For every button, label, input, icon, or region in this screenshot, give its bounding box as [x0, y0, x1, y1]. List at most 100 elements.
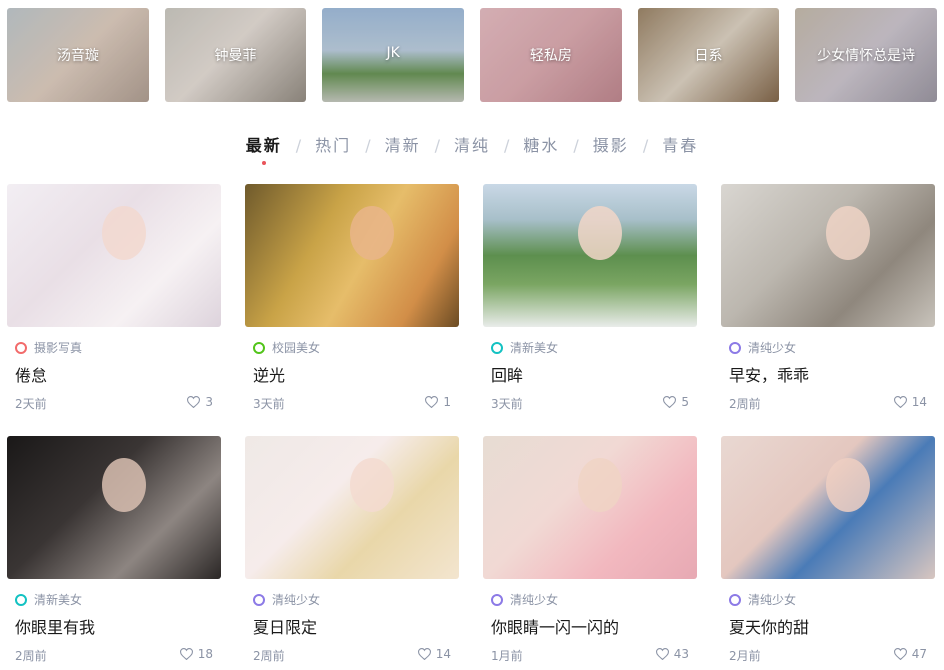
topic-label: 汤音璇: [56, 48, 99, 64]
like-count: 1: [443, 395, 451, 409]
category-ring-icon: [729, 593, 741, 606]
tab-separator: /: [573, 135, 579, 155]
heart-icon: [655, 648, 669, 660]
topic-card[interactable]: 轻私房: [480, 8, 622, 102]
category-ring-icon: [491, 593, 503, 606]
tab-item[interactable]: 清纯: [454, 130, 490, 160]
category-label: 清纯少女: [748, 593, 797, 607]
topic-card[interactable]: 钟曼菲: [164, 8, 307, 102]
like-count: 18: [197, 647, 213, 661]
post-grid: 摄影写真 倦怠 2天前 3 校园美女 逆光 3天前 1 清新美女 回眸 3天前 5 清纯少女 早安，乖乖 2…: [7, 184, 937, 670]
post-thumbnail[interactable]: [483, 184, 697, 327]
post-card: 清新美女你眼里有我 2周前 18: [7, 436, 221, 670]
category-ring-icon: [15, 593, 27, 606]
category-label: 清纯少女: [748, 341, 797, 355]
post-title[interactable]: 夏天你的甜: [729, 614, 809, 638]
topic-card[interactable]: JK: [322, 8, 465, 102]
like-button[interactable]: 5: [663, 395, 689, 409]
tab-separator: /: [434, 135, 440, 155]
post-time: 3天前: [491, 397, 523, 411]
category-ring-icon: [15, 341, 27, 354]
post-thumbnail[interactable]: [245, 436, 459, 579]
post-category[interactable]: 清纯少女: [491, 591, 558, 608]
category-ring-icon: [253, 593, 265, 606]
post-time: 2月前: [729, 649, 761, 663]
category-label: 清纯少女: [272, 593, 321, 607]
topic-card[interactable]: 日系: [637, 8, 780, 102]
post-category[interactable]: 清新美女: [491, 339, 558, 356]
topic-strip: 汤音璇 钟曼菲 JK 轻私房 日系 少女情怀总是诗: [7, 8, 938, 102]
post-category[interactable]: 摄影写真: [15, 339, 82, 356]
portrait-shape: [102, 206, 146, 260]
topic-card[interactable]: 汤音璇: [7, 8, 149, 102]
post-category[interactable]: 校园美女: [253, 339, 320, 356]
post-time: 3天前: [253, 397, 285, 411]
like-count: 5: [681, 395, 689, 409]
post-thumbnail[interactable]: [245, 184, 459, 327]
like-button[interactable]: 47: [893, 647, 927, 661]
tab-item[interactable]: 青春: [662, 130, 698, 160]
post-card: 清纯少女夏天你的甜 2月前 47: [721, 436, 935, 670]
category-label: 清新美女: [510, 341, 559, 355]
post-category[interactable]: 清纯少女: [253, 591, 320, 608]
post-title[interactable]: 早安，乖乖: [729, 362, 809, 386]
post-title[interactable]: 逆光: [253, 362, 285, 386]
like-button[interactable]: 3: [187, 395, 213, 409]
portrait-shape: [102, 458, 146, 512]
post-thumbnail[interactable]: [721, 436, 935, 579]
heart-icon: [187, 396, 201, 408]
tab-latest[interactable]: 最新: [246, 130, 282, 165]
category-label: 校园美女: [272, 341, 321, 355]
topic-label: 轻私房: [529, 48, 572, 64]
portrait-shape: [826, 206, 870, 260]
post-title[interactable]: 倦怠: [15, 362, 47, 386]
post-category[interactable]: 清纯少女: [729, 591, 796, 608]
portrait-shape: [826, 458, 870, 512]
like-button[interactable]: 14: [417, 647, 451, 661]
post-title[interactable]: 回眸: [491, 362, 523, 386]
post-time: 2天前: [15, 397, 47, 411]
post-time: 2周前: [253, 649, 285, 663]
post-thumbnail[interactable]: [7, 184, 221, 327]
like-button[interactable]: 14: [893, 395, 927, 409]
post-time: 1月前: [491, 649, 523, 663]
tab-item[interactable]: 糖水: [523, 130, 559, 160]
category-label: 清纯少女: [510, 593, 559, 607]
like-count: 14: [435, 647, 451, 661]
heart-icon: [893, 396, 907, 408]
like-button[interactable]: 18: [179, 647, 213, 661]
like-count: 43: [673, 647, 689, 661]
post-category[interactable]: 清新美女: [15, 591, 82, 608]
portrait-shape: [350, 206, 394, 260]
category-label: 摄影写真: [34, 341, 83, 355]
category-ring-icon: [253, 341, 265, 354]
like-count: 14: [911, 395, 927, 409]
tab-separator: /: [295, 135, 302, 155]
post-title[interactable]: 夏日限定: [253, 614, 317, 638]
tab-item[interactable]: 热门: [315, 130, 351, 160]
like-count: 47: [911, 647, 927, 661]
post-time: 2周前: [15, 649, 47, 663]
tab-item[interactable]: 清新: [385, 130, 421, 160]
portrait-shape: [578, 206, 622, 260]
post-thumbnail[interactable]: [483, 436, 697, 579]
topic-label: 钟曼菲: [214, 48, 257, 64]
like-button[interactable]: 43: [655, 647, 689, 661]
portrait-shape: [350, 458, 394, 512]
post-card: 摄影写真倦怠 2天前 3: [7, 184, 221, 436]
post-title[interactable]: 你眼里有我: [15, 614, 95, 638]
category-label: 清新美女: [34, 593, 83, 607]
category-ring-icon: [729, 341, 741, 354]
category-tabs: 最新 / 热门 / 清新 / 清纯 / 糖水 / 摄影 / 青春: [0, 130, 944, 165]
post-card: 校园美女逆光 3天前 1: [245, 184, 459, 436]
heart-icon: [425, 396, 439, 408]
post-card: 清新美女回眸 3天前 5: [483, 184, 697, 436]
tab-item[interactable]: 摄影: [593, 130, 629, 160]
post-title[interactable]: 你眼睛一闪一闪的: [491, 614, 619, 638]
post-thumbnail[interactable]: [721, 184, 935, 327]
topic-label: 少女情怀总是诗: [817, 48, 916, 64]
post-thumbnail[interactable]: [7, 436, 221, 579]
post-category[interactable]: 清纯少女: [729, 339, 796, 356]
topic-card[interactable]: 少女情怀总是诗: [795, 8, 938, 102]
like-button[interactable]: 1: [425, 395, 451, 409]
